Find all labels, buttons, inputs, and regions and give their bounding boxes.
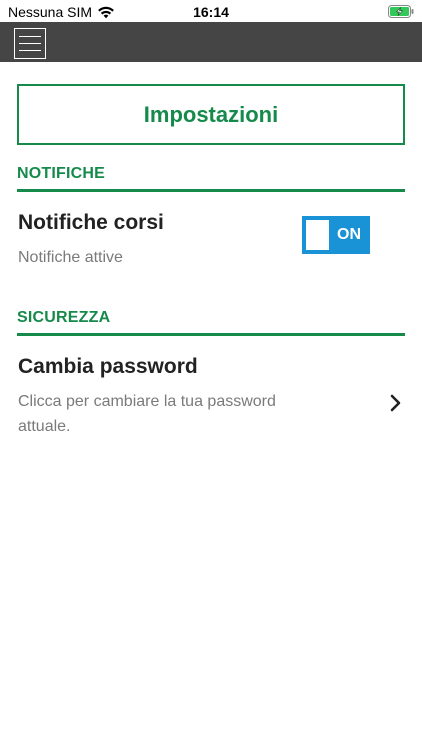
notification-row-title: Notifiche corsi bbox=[18, 211, 164, 234]
toggle-label: ON bbox=[337, 226, 361, 243]
status-bar: Nessuna SIM 16:14 bbox=[0, 0, 422, 22]
section-header-notifiche: NOTIFICHE bbox=[17, 165, 405, 192]
hamburger-menu-icon bbox=[19, 36, 41, 37]
section-header-label: SICUREZZA bbox=[17, 309, 111, 326]
section-header-sicurezza: SICUREZZA bbox=[17, 309, 405, 336]
nav-bar bbox=[0, 22, 422, 62]
toggle-knob bbox=[306, 220, 329, 250]
hamburger-menu-icon-line bbox=[19, 43, 41, 44]
notification-row-subtitle: Notifiche attive bbox=[18, 249, 123, 266]
section-header-label: NOTIFICHE bbox=[17, 165, 106, 182]
page-title: Impostazioni bbox=[143, 101, 279, 127]
battery-charging-icon bbox=[388, 5, 414, 18]
change-password-title: Cambia password bbox=[18, 355, 198, 378]
change-password-subtitle: Clicca per cambiare la tua password attu… bbox=[18, 393, 276, 435]
notifications-toggle[interactable]: ON bbox=[302, 216, 370, 254]
status-time: 16:14 bbox=[193, 4, 229, 20]
chevron-right-icon[interactable] bbox=[388, 393, 404, 413]
page-title-box: Impostazioni bbox=[17, 84, 405, 145]
hamburger-menu-icon-line bbox=[19, 50, 41, 51]
menu-button[interactable] bbox=[14, 28, 46, 59]
